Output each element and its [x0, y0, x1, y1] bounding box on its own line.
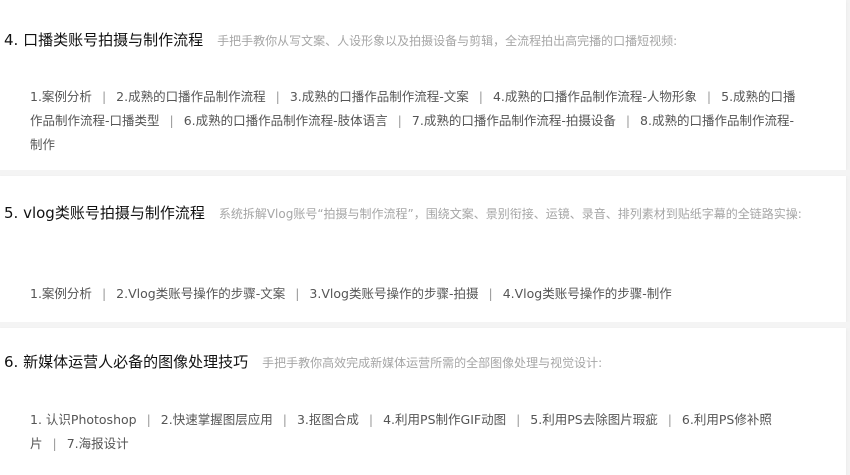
section-description: 系统拆解Vlog账号“拍摄与制作流程”，围绕文案、景别衔接、运镜、录音、排列素材… — [218, 207, 802, 221]
lesson-links: 1. 认识Photoshop | 2.快速掌握图层应用 | 3.抠图合成 | 4.利用PS制… — [30, 408, 800, 456]
separator: | — [368, 412, 374, 427]
course-section-6: 6. 新媒体运营人必备的图像处理技巧 手把手教你高效完成新媒体运营所需的全部图像处… — [0, 328, 846, 475]
lesson-link[interactable]: 4.利用PS制作GIF动图 — [383, 412, 506, 427]
separator: | — [478, 89, 483, 104]
separator: | — [625, 113, 631, 128]
lesson-link[interactable]: 2.Vlog类账号操作的步骤-文案 — [116, 286, 285, 301]
course-section-5: 5. vlog类账号拍摄与制作流程 系统拆解Vlog账号“拍摄与制作流程”，围绕文… — [0, 176, 846, 322]
lesson-link[interactable]: 6.成熟的口播作品制作流程-肢体语言 — [184, 113, 388, 128]
lesson-link[interactable]: 3.Vlog类账号操作的步骤-拍摄 — [309, 286, 478, 301]
lesson-link[interactable]: 7.成熟的口播作品制作流程-拍摄设备 — [412, 113, 616, 128]
lesson-link[interactable]: 1.案例分析 — [30, 89, 92, 104]
course-section-4: 4. 口播类账号拍摄与制作流程 手把手教你从写文案、人设形象以及拍摄设备与剪辑，全… — [0, 0, 846, 170]
section-title: 4. 口播类账号拍摄与制作流程 — [4, 31, 204, 49]
right-edge-strip — [846, 0, 850, 475]
lesson-link[interactable]: 7.海报设计 — [67, 436, 129, 451]
section-title: 5. vlog类账号拍摄与制作流程 — [4, 204, 205, 222]
separator: | — [282, 412, 287, 427]
lesson-link[interactable]: 4.Vlog类账号操作的步骤-制作 — [503, 286, 672, 301]
section-description: 手把手教你从写文案、人设形象以及拍摄设备与剪辑，全流程拍出高完播的口播短视频: — [217, 34, 678, 48]
separator: | — [52, 436, 57, 451]
separator: | — [101, 89, 107, 104]
section-header: 6. 新媒体运营人必备的图像处理技巧 手把手教你高效完成新媒体运营所需的全部图像处… — [4, 350, 840, 375]
separator: | — [169, 113, 174, 128]
lesson-link[interactable]: 2.成熟的口播作品制作流程 — [116, 89, 265, 104]
separator: | — [397, 113, 402, 128]
separator: | — [295, 286, 300, 301]
section-header: 4. 口播类账号拍摄与制作流程 手把手教你从写文案、人设形象以及拍摄设备与剪辑，全… — [4, 28, 840, 53]
lesson-links: 1.案例分析 | 2.成熟的口播作品制作流程 | 3.成熟的口播作品制作流程-文案 | 4.… — [30, 85, 800, 157]
separator: | — [101, 286, 107, 301]
lesson-link[interactable]: 1.案例分析 — [30, 286, 92, 301]
section-header: 5. vlog类账号拍摄与制作流程 系统拆解Vlog账号“拍摄与制作流程”，围绕文… — [4, 201, 840, 226]
section-title: 6. 新媒体运营人必备的图像处理技巧 — [4, 353, 249, 371]
lesson-link[interactable]: 3.抠图合成 — [297, 412, 359, 427]
separator: | — [706, 89, 712, 104]
section-description: 手把手教你高效完成新媒体运营所需的全部图像处理与视觉设计: — [262, 356, 603, 370]
separator: | — [488, 286, 493, 301]
lesson-link[interactable]: 2.快速掌握图层应用 — [161, 412, 273, 427]
lesson-links: 1.案例分析 | 2.Vlog类账号操作的步骤-文案 | 3.Vlog类账号操作的步骤-… — [30, 282, 800, 306]
separator: | — [516, 412, 521, 427]
separator: | — [275, 89, 280, 104]
separator: | — [667, 412, 672, 427]
lesson-link[interactable]: 1. 认识Photoshop — [30, 412, 137, 427]
lesson-link[interactable]: 3.成熟的口播作品制作流程-文案 — [290, 89, 469, 104]
lesson-link[interactable]: 4.成熟的口播作品制作流程-人物形象 — [493, 89, 697, 104]
separator: | — [146, 412, 151, 427]
lesson-link[interactable]: 5.利用PS去除图片瑕疵 — [530, 412, 657, 427]
